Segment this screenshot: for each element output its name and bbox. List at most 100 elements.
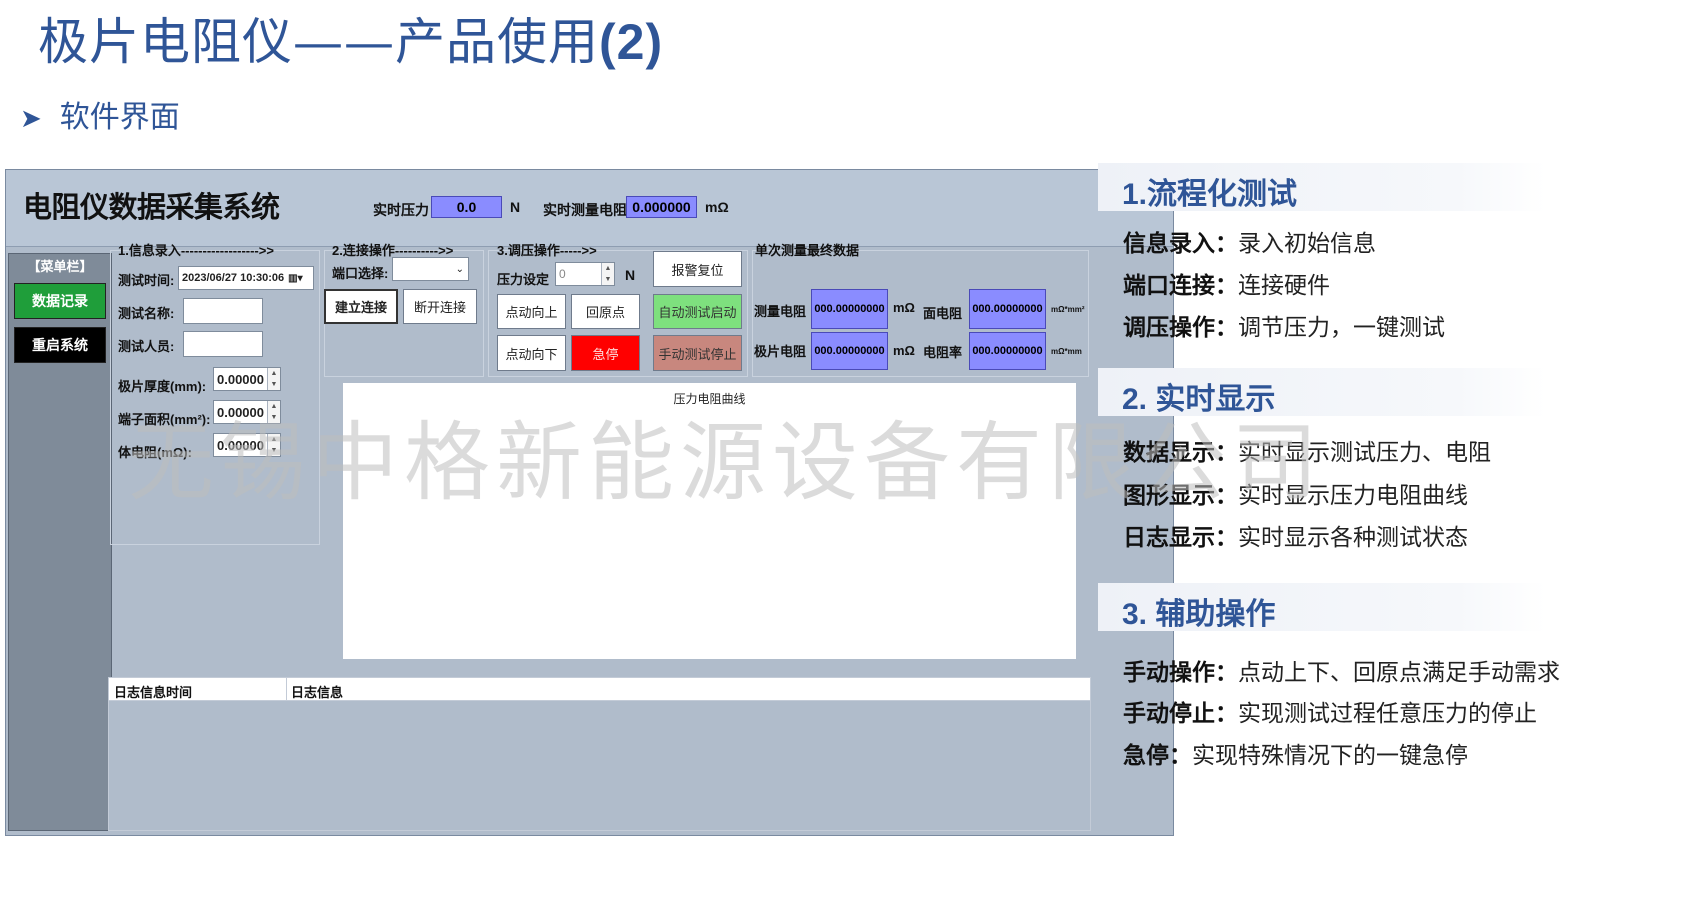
- pressure-set-label: 压力设定: [497, 272, 550, 287]
- menu-label: 【菜单栏】: [27, 260, 93, 275]
- feature-text: 实现特殊情况下的一键急停: [1192, 743, 1468, 769]
- log-col-info[interactable]: 日志信息: [291, 682, 343, 701]
- pressure-title: 3.调压操作----->>: [497, 243, 597, 258]
- feature-separator: ：: [1215, 659, 1238, 685]
- page-title: 极片电阻仪——产品使用(2): [38, 2, 663, 74]
- feature-heading-3-text: 3. 辅助操作: [1122, 598, 1276, 631]
- surface-resistance-label: 面电阻: [923, 306, 963, 321]
- feature-item: 急停：实现特殊情况下的一键急停: [1123, 736, 1468, 770]
- bulk-resistance-label: 体电阻(mΩ):: [118, 445, 192, 460]
- results-title: 单次测量最终数据: [755, 243, 860, 258]
- realtime-pressure-value: 0.0: [431, 196, 502, 218]
- feature-text: 调节压力，一键测试: [1238, 315, 1445, 341]
- feature-key: 急停: [1123, 742, 1169, 768]
- feature-item: 手动操作：点动上下、回原点满足手动需求: [1123, 653, 1560, 687]
- feature-text: 实时显示各种测试状态: [1238, 525, 1468, 551]
- alarm-reset-button[interactable]: 报警复位: [653, 251, 742, 287]
- spin-arrows-icon[interactable]: ▲ ▼: [267, 368, 280, 390]
- test-time-label: 测试时间:: [118, 273, 175, 288]
- feature-separator: ：: [1215, 700, 1238, 726]
- feature-key: 调压操作: [1123, 314, 1215, 340]
- feature-key: 端口连接: [1123, 272, 1215, 298]
- realtime-resistance-unit: mΩ: [705, 199, 729, 215]
- spin-arrows-icon[interactable]: ▲ ▼: [267, 434, 280, 456]
- feature-text: 点动上下、回原点满足手动需求: [1238, 660, 1560, 686]
- log-col-divider: [286, 678, 287, 700]
- test-name-label: 测试名称:: [118, 306, 175, 321]
- emergency-stop-button[interactable]: 急停: [571, 335, 640, 371]
- app-header: 电阻仪数据采集系统 实时压力 0.0 N 实时测量电阻 0.000000 mΩ: [6, 170, 1173, 247]
- jog-down-button[interactable]: 点动向下: [497, 335, 566, 371]
- sidebar-item-data-record[interactable]: 数据记录: [14, 283, 106, 319]
- log-col-time[interactable]: 日志信息时间: [114, 682, 192, 701]
- page-title-number: (2): [599, 14, 664, 70]
- feature-item: 图形显示：实时显示压力电阻曲线: [1123, 476, 1468, 510]
- feature-heading-2: 2. 实时显示: [1098, 368, 1546, 416]
- feature-separator: ：: [1215, 439, 1238, 465]
- test-time-value: 2023/06/27 10:30:06: [182, 272, 285, 284]
- auto-test-start-button[interactable]: 自动测试启动: [653, 294, 742, 329]
- spin-arrows-icon[interactable]: ▲ ▼: [267, 401, 280, 423]
- log-table-body[interactable]: [108, 701, 1091, 831]
- thickness-stepper[interactable]: 0.00000 ▲ ▼: [213, 367, 281, 391]
- realtime-resistance-value: 0.000000: [626, 196, 697, 218]
- feature-separator: ：: [1169, 742, 1192, 768]
- disconnect-button[interactable]: 断开连接: [403, 289, 477, 324]
- page-title-text: 极片电阻仪——产品使用: [38, 13, 599, 71]
- sheet-resistance-value: 000.00000000: [811, 332, 888, 370]
- feature-heading-1-text: 1.流程化测试: [1122, 178, 1298, 211]
- chevron-down-icon[interactable]: ⌄: [456, 264, 464, 275]
- feature-separator: ：: [1215, 272, 1238, 298]
- feature-item: 端口连接：连接硬件: [1123, 266, 1330, 300]
- bulk-resistance-stepper[interactable]: 0.00000 ▲ ▼: [213, 433, 281, 457]
- sheet-resistance-unit: mΩ: [893, 343, 915, 358]
- feature-item: 信息录入：录入初始信息: [1123, 224, 1376, 258]
- return-origin-button[interactable]: 回原点: [571, 294, 640, 329]
- port-select[interactable]: ⌄: [392, 257, 469, 281]
- pressure-set-unit: N: [625, 267, 636, 283]
- surface-resistance-value: 000.00000000: [969, 289, 1046, 329]
- test-person-input[interactable]: [183, 331, 263, 357]
- measured-resistance-label: 测量电阻: [754, 304, 807, 319]
- surface-resistance-unit: mΩ*mm²: [1051, 305, 1085, 314]
- area-label: 端子面积(mm²):: [118, 412, 211, 427]
- test-time-picker[interactable]: 2023/06/27 10:30:06 ▥▾: [178, 266, 314, 290]
- feature-item: 数据显示：实时显示测试压力、电阻: [1123, 433, 1491, 467]
- manual-test-stop-button[interactable]: 手动测试停止: [653, 335, 742, 371]
- test-name-input[interactable]: [183, 298, 263, 324]
- connect-button[interactable]: 建立连接: [324, 289, 398, 324]
- log-table-header: 日志信息时间 日志信息: [108, 677, 1091, 701]
- sidebar-menu: 【菜单栏】 数据记录 重启系统: [8, 253, 112, 831]
- resistivity-value: 000.00000000: [969, 332, 1046, 370]
- info-entry-title: 1.信息录入------------------>>: [118, 243, 274, 258]
- info-entry-panel: [110, 250, 320, 545]
- feature-item: 调压操作：调节压力，一键测试: [1123, 308, 1445, 342]
- pressure-set-stepper[interactable]: 0 ▲ ▼: [555, 262, 615, 286]
- feature-key: 日志显示: [1123, 524, 1215, 550]
- spin-arrows-icon[interactable]: ▲ ▼: [601, 263, 614, 285]
- arrow-bullet-icon: ➤: [20, 104, 42, 134]
- realtime-pressure-unit: N: [510, 199, 521, 215]
- feature-key: 信息录入: [1123, 230, 1215, 256]
- resistivity-label: 电阻率: [923, 345, 963, 360]
- measured-resistance-unit: mΩ: [893, 300, 915, 315]
- sheet-resistance-label: 极片电阻: [754, 344, 807, 359]
- feature-text: 实现测试过程任意压力的停止: [1238, 701, 1537, 727]
- area-stepper[interactable]: 0.00000 ▲ ▼: [213, 400, 281, 424]
- resistivity-unit: mΩ*mm: [1051, 347, 1082, 356]
- bulk-resistance-value: 0.00000: [217, 437, 264, 453]
- area-value: 0.00000: [217, 404, 264, 420]
- feature-separator: ：: [1215, 314, 1238, 340]
- subheading: ➤ 软件界面: [20, 92, 180, 136]
- sidebar-item-restart-system[interactable]: 重启系统: [14, 327, 106, 363]
- feature-text: 实时显示测试压力、电阻: [1238, 440, 1491, 466]
- calendar-icon[interactable]: ▥▾: [288, 273, 302, 284]
- feature-text: 连接硬件: [1238, 273, 1330, 299]
- app-title: 电阻仪数据采集系统: [23, 192, 280, 224]
- pressure-resistance-chart: 压力电阻曲线: [343, 383, 1076, 659]
- feature-separator: ：: [1215, 230, 1238, 256]
- feature-item: 手动停止：实现测试过程任意压力的停止: [1123, 694, 1537, 728]
- jog-up-button[interactable]: 点动向上: [497, 294, 566, 329]
- thickness-label: 极片厚度(mm):: [118, 379, 207, 394]
- feature-text: 实时显示压力电阻曲线: [1238, 483, 1468, 509]
